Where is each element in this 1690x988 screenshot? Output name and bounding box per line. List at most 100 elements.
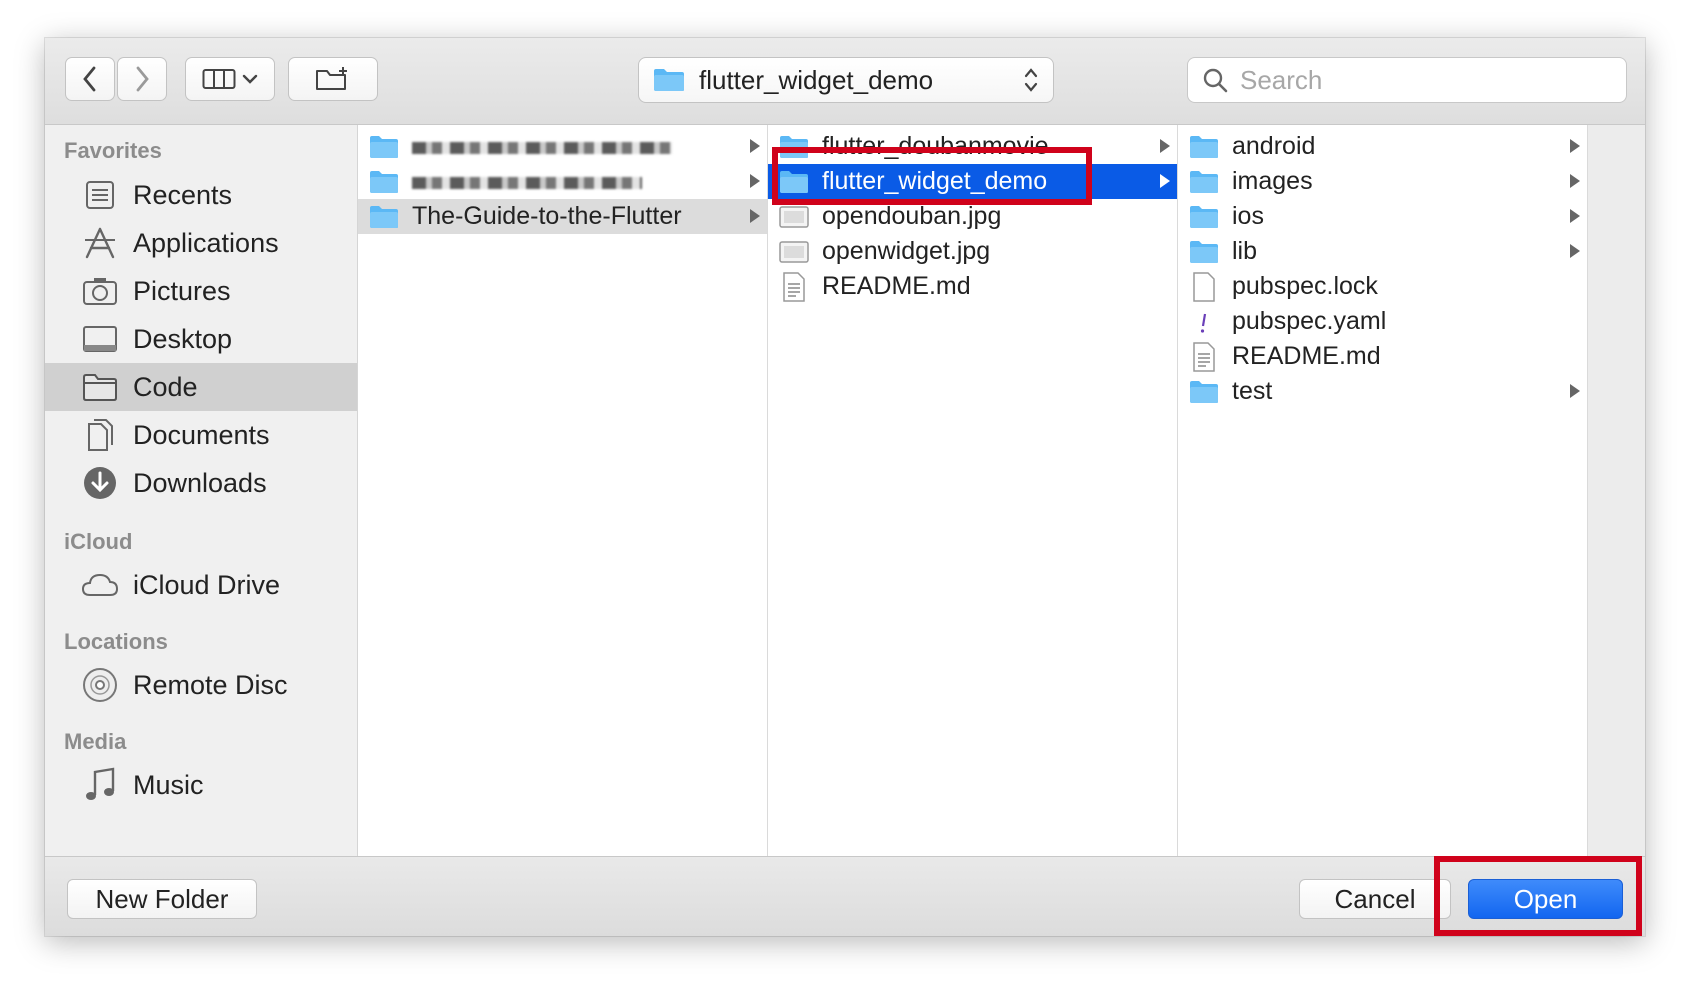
sidebar-item-label: Documents bbox=[133, 419, 270, 450]
list-item-label: test bbox=[1232, 377, 1273, 405]
column-view-icon bbox=[202, 69, 236, 89]
path-popup[interactable]: flutter_widget_demo bbox=[638, 57, 1054, 103]
folder-icon bbox=[778, 133, 810, 161]
list-item-label: README.md bbox=[822, 272, 971, 300]
list-item[interactable]: lib bbox=[1178, 234, 1587, 269]
forward-button[interactable] bbox=[117, 57, 167, 101]
back-button[interactable] bbox=[65, 57, 115, 101]
list-item[interactable]: test bbox=[1178, 374, 1587, 409]
list-item-selected[interactable]: flutter_widget_demo bbox=[768, 164, 1177, 199]
sidebar-item-label: Recents bbox=[133, 179, 233, 210]
image-file-icon bbox=[778, 203, 810, 231]
list-item[interactable]: ios bbox=[1178, 199, 1587, 234]
new-folder-button[interactable]: New Folder bbox=[67, 879, 257, 919]
list-item-selected[interactable]: The-Guide-to-the-Flutter bbox=[358, 199, 767, 234]
list-item-label: The-Guide-to-the-Flutter bbox=[412, 202, 682, 230]
sidebar-item-remote-disc[interactable]: Remote Disc bbox=[45, 661, 357, 709]
browser-column-2: flutter_doubanmovie flutter_widget_demo … bbox=[768, 125, 1178, 856]
sidebar-item-recents[interactable]: Recents bbox=[45, 171, 357, 219]
chevron-right-icon bbox=[136, 66, 149, 92]
view-mode-button[interactable] bbox=[185, 57, 275, 101]
list-item[interactable] bbox=[358, 164, 767, 199]
list-item[interactable]: openwidget.jpg bbox=[768, 234, 1177, 269]
sidebar-item-pictures[interactable]: Pictures bbox=[45, 267, 357, 315]
browser-column-3: android images ios lib pubspec.lock pubs… bbox=[1178, 125, 1588, 856]
folder-icon bbox=[368, 168, 400, 196]
downloads-icon bbox=[81, 464, 119, 502]
sidebar-header-favorites: Favorites bbox=[64, 138, 162, 163]
sidebar-item-icloud-drive[interactable]: iCloud Drive bbox=[45, 561, 357, 609]
applications-icon bbox=[81, 224, 119, 262]
desktop-icon bbox=[81, 320, 119, 358]
open-button[interactable]: Open bbox=[1468, 879, 1623, 919]
list-item-label: lib bbox=[1232, 237, 1258, 265]
obscured-item-label bbox=[412, 167, 642, 196]
camera-icon bbox=[81, 272, 119, 310]
obscured-item-label bbox=[412, 132, 672, 161]
list-item-label: android bbox=[1232, 132, 1316, 160]
disc-icon bbox=[81, 666, 119, 704]
disclosure-arrow-icon bbox=[1160, 139, 1170, 153]
disclosure-arrow-icon bbox=[1570, 384, 1580, 398]
list-item-label: opendouban.jpg bbox=[822, 202, 1002, 230]
sidebar-item-label: Code bbox=[133, 371, 198, 402]
sidebar: Favorites Recents Applications Pictures … bbox=[45, 125, 358, 856]
folder-icon bbox=[1188, 238, 1220, 266]
sidebar-item-applications[interactable]: Applications bbox=[45, 219, 357, 267]
image-file-icon bbox=[778, 238, 810, 266]
list-item-label: images bbox=[1232, 167, 1313, 195]
disclosure-arrow-icon bbox=[1570, 209, 1580, 223]
disclosure-arrow-icon bbox=[1570, 139, 1580, 153]
list-item[interactable]: images bbox=[1178, 164, 1587, 199]
search-field[interactable] bbox=[1187, 57, 1627, 103]
list-item[interactable]: opendouban.jpg bbox=[768, 199, 1177, 234]
disclosure-arrow-icon bbox=[1570, 174, 1580, 188]
list-item[interactable]: README.md bbox=[768, 269, 1177, 304]
text-document-icon bbox=[778, 271, 810, 302]
list-item[interactable]: android bbox=[1178, 129, 1587, 164]
search-input[interactable] bbox=[1238, 63, 1622, 97]
chevron-down-icon bbox=[242, 74, 258, 84]
sidebar-item-label: Desktop bbox=[133, 323, 233, 354]
music-note-icon bbox=[81, 766, 119, 804]
sidebar-item-label: Downloads bbox=[133, 467, 267, 498]
disclosure-arrow-icon bbox=[750, 174, 760, 188]
list-item-label: flutter_widget_demo bbox=[822, 167, 1048, 195]
documents-icon bbox=[81, 416, 119, 454]
sidebar-header-icloud: iCloud bbox=[64, 529, 133, 554]
disclosure-arrow-icon bbox=[750, 139, 760, 153]
list-item[interactable]: pubspec.yaml bbox=[1178, 304, 1587, 339]
list-item[interactable]: flutter_doubanmovie bbox=[768, 129, 1177, 164]
cancel-button[interactable]: Cancel bbox=[1299, 879, 1451, 919]
list-item[interactable]: pubspec.lock bbox=[1178, 269, 1587, 304]
bottom-bar: New Folder Cancel Open bbox=[45, 856, 1645, 936]
list-item[interactable] bbox=[358, 129, 767, 164]
sidebar-item-downloads[interactable]: Downloads bbox=[45, 459, 357, 507]
up-down-arrows-icon bbox=[1024, 68, 1038, 92]
new-folder-toolbar-button[interactable] bbox=[288, 57, 378, 101]
sidebar-item-desktop[interactable]: Desktop bbox=[45, 315, 357, 363]
toolbar: flutter_widget_demo bbox=[45, 38, 1645, 125]
sidebar-header-locations: Locations bbox=[64, 629, 168, 654]
disclosure-arrow-icon bbox=[1160, 174, 1170, 188]
chevron-left-icon bbox=[83, 66, 96, 92]
sidebar-header-media: Media bbox=[64, 729, 127, 754]
recents-icon bbox=[81, 176, 119, 214]
list-item[interactable]: README.md bbox=[1178, 339, 1587, 374]
sidebar-item-music[interactable]: Music bbox=[45, 761, 357, 809]
search-icon bbox=[1203, 68, 1228, 93]
folder-icon bbox=[368, 133, 400, 161]
yaml-file-icon bbox=[1188, 308, 1220, 336]
browser-column-1: The-Guide-to-the-Flutter bbox=[358, 125, 768, 856]
list-item-label: pubspec.lock bbox=[1232, 272, 1378, 300]
list-item-label: README.md bbox=[1232, 342, 1381, 370]
sidebar-item-code[interactable]: Code bbox=[45, 363, 357, 411]
folder-icon bbox=[654, 69, 684, 91]
path-popup-label: flutter_widget_demo bbox=[699, 64, 934, 95]
sidebar-item-documents[interactable]: Documents bbox=[45, 411, 357, 459]
list-item-label: flutter_doubanmovie bbox=[822, 132, 1049, 160]
folder-icon bbox=[81, 368, 119, 406]
folder-icon bbox=[1188, 168, 1220, 196]
sidebar-item-label: Pictures bbox=[133, 275, 231, 306]
open-file-dialog: flutter_widget_demo Favorites Recents Ap… bbox=[45, 38, 1645, 936]
